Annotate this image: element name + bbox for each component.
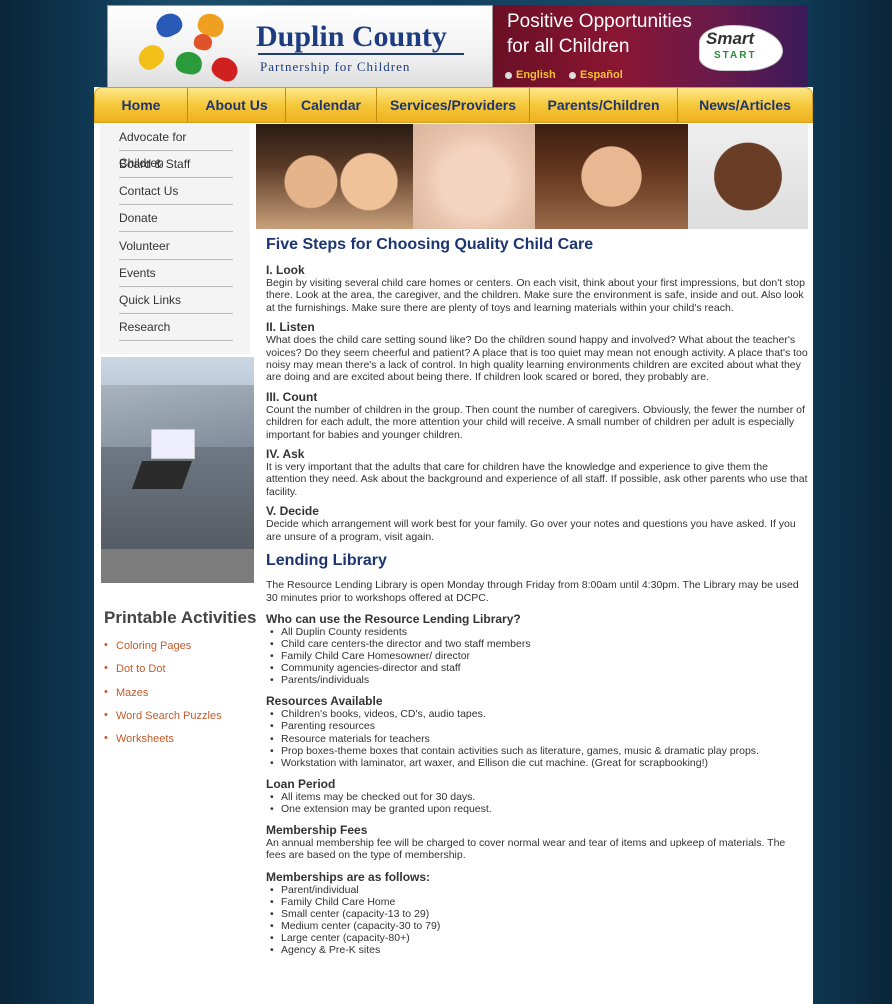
resources-list: Children's books, videos, CD's, audio ta… bbox=[270, 708, 808, 769]
main-nav: Home About Us Calendar Services/Provider… bbox=[94, 87, 813, 123]
nav-home[interactable]: Home bbox=[95, 88, 188, 122]
fees-text: An annual membership fee will be charged… bbox=[266, 837, 786, 862]
language-spanish-link[interactable]: Español bbox=[569, 69, 623, 81]
fees-heading: Membership Fees bbox=[266, 823, 368, 838]
smart-start-logo[interactable]: Smart START bbox=[699, 25, 783, 71]
list-item: All items may be checked out for 30 days… bbox=[270, 791, 808, 803]
list-item: Child care centers-the director and two … bbox=[270, 638, 808, 650]
step-heading: I. Look bbox=[266, 263, 305, 277]
nav-about-us[interactable]: About Us bbox=[188, 88, 286, 122]
step-text: Begin by visiting several child care hom… bbox=[266, 277, 805, 314]
list-item: Children's books, videos, CD's, audio ta… bbox=[270, 708, 808, 720]
list-item: Agency & Pre-K sites bbox=[270, 944, 808, 956]
memberships-heading: Memberships are as follows: bbox=[266, 869, 431, 884]
list-item: Workstation with laminator, art waxer, a… bbox=[270, 757, 808, 769]
radio-dot-icon bbox=[505, 71, 512, 79]
list-item: All Duplin County residents bbox=[270, 626, 808, 638]
step-text: Decide which arrangement will work best … bbox=[266, 518, 796, 543]
step-heading: II. Listen bbox=[266, 320, 315, 335]
printable-item-label: Coloring Pages bbox=[116, 640, 192, 652]
photo-girl bbox=[535, 124, 688, 229]
photo-toddler bbox=[688, 124, 808, 229]
list-item: Small center (capacity-13 to 29) bbox=[270, 908, 808, 920]
printable-item-dot-to-dot[interactable]: Dot to Dot bbox=[104, 662, 244, 677]
sidebar-nav: Advocate for Children Board & Staff Cont… bbox=[100, 124, 250, 354]
tagline: Positive Opportunities for all Children bbox=[507, 9, 692, 59]
logo-subtitle: Partnership for Children bbox=[260, 59, 411, 74]
lending-library-title: Lending Library bbox=[266, 552, 387, 570]
page-title: Five Steps for Choosing Quality Child Ca… bbox=[266, 236, 594, 253]
list-item: Family Child Care Homesowner/ director bbox=[270, 650, 808, 662]
who-list: All Duplin County residents Child care c… bbox=[270, 626, 808, 687]
site-logo[interactable]: Duplin County Partnership for Children bbox=[107, 5, 493, 90]
language-english-label: English bbox=[516, 69, 556, 81]
site-header: Duplin County Partnership for Children P… bbox=[107, 5, 808, 90]
building-photo bbox=[101, 357, 254, 583]
list-item: Large center (capacity-80+) bbox=[270, 932, 808, 944]
nav-parents-children[interactable]: Parents/Children bbox=[530, 88, 678, 122]
step-heading: V. Decide bbox=[266, 504, 319, 519]
list-item: Prop boxes-theme boxes that contain acti… bbox=[270, 745, 808, 757]
radio-dot-icon bbox=[569, 71, 576, 79]
sidebar-item-research[interactable]: Research bbox=[119, 314, 233, 341]
tagline-line-2: for all Children bbox=[507, 36, 630, 57]
handprints-graphic bbox=[133, 9, 246, 86]
header-banner: Positive Opportunities for all Children … bbox=[493, 5, 808, 90]
children-photo-strip bbox=[256, 124, 808, 229]
step-heading: IV. Ask bbox=[266, 447, 305, 462]
list-item: Parents/individuals bbox=[270, 674, 808, 686]
list-item: Medium center (capacity-30 to 79) bbox=[270, 920, 808, 932]
list-item: Family Child Care Home bbox=[270, 896, 808, 908]
logo-title: Duplin County bbox=[256, 20, 447, 53]
sidebar-item-advocate[interactable]: Advocate for Children bbox=[119, 124, 233, 170]
printable-item-coloring-pages[interactable]: Coloring Pages bbox=[104, 639, 244, 654]
language-english-link[interactable]: English bbox=[505, 69, 556, 81]
printable-item-worksheets[interactable]: Worksheets bbox=[104, 732, 244, 747]
printable-activities-title: Printable Activities bbox=[104, 608, 257, 627]
nav-news-articles[interactable]: News/Articles bbox=[678, 88, 812, 122]
language-spanish-label: Español bbox=[580, 69, 623, 81]
photo-two-children bbox=[256, 124, 413, 229]
list-item: Resource materials for teachers bbox=[270, 733, 808, 745]
printable-item-label: Mazes bbox=[116, 687, 149, 699]
step-text: Count the number of children in the grou… bbox=[266, 403, 805, 441]
page-body: Home About Us Calendar Services/Provider… bbox=[94, 87, 813, 1004]
logo-divider bbox=[258, 53, 464, 55]
lending-library-intro: The Resource Lending Library is open Mon… bbox=[266, 579, 799, 604]
smart-start-logo-word: Smart bbox=[706, 29, 755, 48]
sidebar-item-quick-links[interactable]: Quick Links bbox=[119, 287, 233, 314]
sidebar-item-events[interactable]: Events bbox=[119, 260, 233, 287]
nav-services-providers[interactable]: Services/Providers bbox=[377, 88, 530, 122]
printable-item-label: Word Search Puzzles bbox=[116, 710, 222, 722]
memberships-list: Parent/individual Family Child Care Home… bbox=[270, 884, 808, 957]
list-item: Parent/individual bbox=[270, 884, 808, 896]
main-content: Five Steps for Choosing Quality Child Ca… bbox=[266, 235, 808, 957]
list-item: Community agencies-director and staff bbox=[270, 662, 808, 674]
who-heading: Who can use the Resource Lending Library… bbox=[266, 611, 521, 626]
list-item: One extension may be granted upon reques… bbox=[270, 803, 808, 815]
step-text: What does the child care setting sound l… bbox=[266, 334, 808, 384]
nav-calendar[interactable]: Calendar bbox=[286, 88, 377, 122]
printable-item-word-search[interactable]: Word Search Puzzles bbox=[104, 709, 244, 724]
loan-list: All items may be checked out for 30 days… bbox=[270, 791, 808, 815]
resources-heading: Resources Available bbox=[266, 694, 383, 709]
printable-item-label: Worksheets bbox=[116, 733, 174, 745]
step-heading: III. Count bbox=[266, 389, 318, 404]
sidebar-item-contact-us[interactable]: Contact Us bbox=[119, 178, 233, 205]
list-item: Parenting resources bbox=[270, 720, 808, 732]
step-text: It is very important that the adults tha… bbox=[266, 461, 808, 498]
tagline-line-1: Positive Opportunities bbox=[507, 11, 692, 32]
photo-baby bbox=[413, 124, 535, 229]
loan-heading: Loan Period bbox=[266, 776, 336, 791]
printable-item-label: Dot to Dot bbox=[116, 663, 166, 675]
printable-item-mazes[interactable]: Mazes bbox=[104, 686, 244, 701]
sidebar-item-board-staff[interactable]: Board & Staff bbox=[119, 151, 233, 178]
sidebar-item-donate[interactable]: Donate bbox=[119, 205, 233, 232]
smart-start-logo-subword: START bbox=[714, 50, 757, 61]
sidebar-item-volunteer[interactable]: Volunteer bbox=[119, 233, 233, 260]
